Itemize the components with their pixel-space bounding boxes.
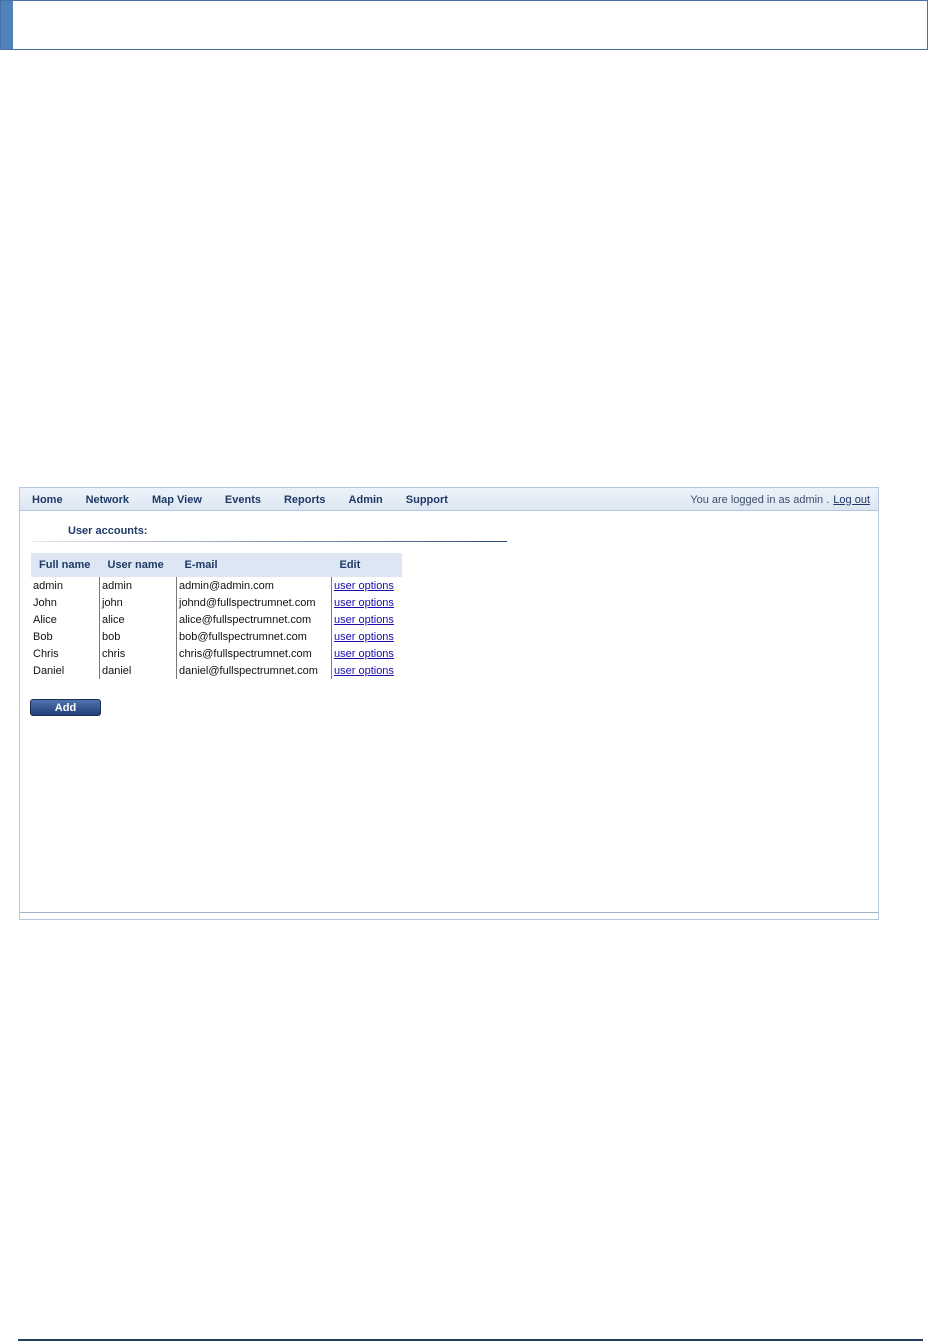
table-row: Bob bob bob@fullspectrumnet.com user opt… bbox=[31, 628, 402, 645]
document-footer-rule bbox=[18, 1339, 923, 1341]
column-header-full-name: Full name bbox=[31, 553, 100, 577]
add-user-button[interactable]: Add bbox=[30, 699, 101, 716]
cell-full-name: Daniel bbox=[31, 662, 100, 679]
cell-email: daniel@fullspectrumnet.com bbox=[176, 662, 332, 679]
cell-user-name: chris bbox=[99, 645, 177, 662]
user-options-link[interactable]: user options bbox=[334, 665, 394, 677]
table-row: John john johnd@fullspectrumnet.com user… bbox=[31, 594, 402, 611]
logout-link[interactable]: Log out bbox=[833, 494, 870, 506]
cell-full-name: Bob bbox=[31, 628, 100, 645]
user-options-link[interactable]: user options bbox=[334, 580, 394, 592]
user-accounts-table: Full name User name E-mail Edit admin ad… bbox=[31, 553, 402, 679]
table-row: Daniel daniel daniel@fullspectrumnet.com… bbox=[31, 662, 402, 679]
nav-menu: Home Network Map View Events Reports Adm… bbox=[20, 488, 459, 511]
column-header-email: E-mail bbox=[176, 553, 332, 577]
user-options-link[interactable]: user options bbox=[334, 614, 394, 626]
cell-full-name: Alice bbox=[31, 611, 100, 628]
table-row: Alice alice alice@fullspectrumnet.com us… bbox=[31, 611, 402, 628]
column-header-user-name: User name bbox=[99, 553, 177, 577]
nav-item-network[interactable]: Network bbox=[86, 494, 129, 506]
cell-edit: user options bbox=[332, 628, 403, 645]
nav-item-home[interactable]: Home bbox=[32, 494, 63, 506]
cell-user-name: alice bbox=[99, 611, 177, 628]
nav-item-map-view[interactable]: Map View bbox=[152, 494, 202, 506]
nav-item-reports[interactable]: Reports bbox=[284, 494, 326, 506]
cell-full-name: John bbox=[31, 594, 100, 611]
top-navbar: Home Network Map View Events Reports Adm… bbox=[20, 488, 878, 511]
nav-item-support[interactable]: Support bbox=[406, 494, 448, 506]
user-options-link[interactable]: user options bbox=[334, 597, 394, 609]
cell-full-name: admin bbox=[31, 577, 100, 594]
login-status-text: You are logged in as admin . bbox=[690, 493, 830, 506]
cell-user-name: bob bbox=[99, 628, 177, 645]
user-options-link[interactable]: user options bbox=[334, 648, 394, 660]
table-header-row: Full name User name E-mail Edit bbox=[31, 553, 402, 577]
nav-item-events[interactable]: Events bbox=[225, 494, 261, 506]
nav-item-admin[interactable]: Admin bbox=[349, 494, 383, 506]
section-divider bbox=[33, 541, 507, 542]
cell-user-name: daniel bbox=[99, 662, 177, 679]
section-title: User accounts: bbox=[68, 525, 148, 537]
cell-edit: user options bbox=[332, 594, 403, 611]
cell-email: chris@fullspectrumnet.com bbox=[176, 645, 332, 662]
cell-email: johnd@fullspectrumnet.com bbox=[176, 594, 332, 611]
cell-email: bob@fullspectrumnet.com bbox=[176, 628, 332, 645]
document-header-box bbox=[0, 0, 928, 50]
app-screenshot: Home Network Map View Events Reports Adm… bbox=[19, 487, 879, 920]
cell-edit: user options bbox=[332, 577, 403, 594]
cell-email: admin@admin.com bbox=[176, 577, 332, 594]
user-options-link[interactable]: user options bbox=[334, 631, 394, 643]
app-bottom-border bbox=[20, 912, 878, 913]
cell-full-name: Chris bbox=[31, 645, 100, 662]
cell-user-name: admin bbox=[99, 577, 177, 594]
cell-edit: user options bbox=[332, 611, 403, 628]
cell-edit: user options bbox=[332, 662, 403, 679]
table-row: Chris chris chris@fullspectrumnet.com us… bbox=[31, 645, 402, 662]
column-header-edit: Edit bbox=[331, 553, 402, 577]
cell-edit: user options bbox=[332, 645, 403, 662]
table-row: admin admin admin@admin.com user options bbox=[31, 577, 402, 594]
cell-user-name: john bbox=[99, 594, 177, 611]
login-status: You are logged in as admin . Log out bbox=[690, 488, 870, 511]
cell-email: alice@fullspectrumnet.com bbox=[176, 611, 332, 628]
document-header-accent bbox=[1, 1, 13, 49]
